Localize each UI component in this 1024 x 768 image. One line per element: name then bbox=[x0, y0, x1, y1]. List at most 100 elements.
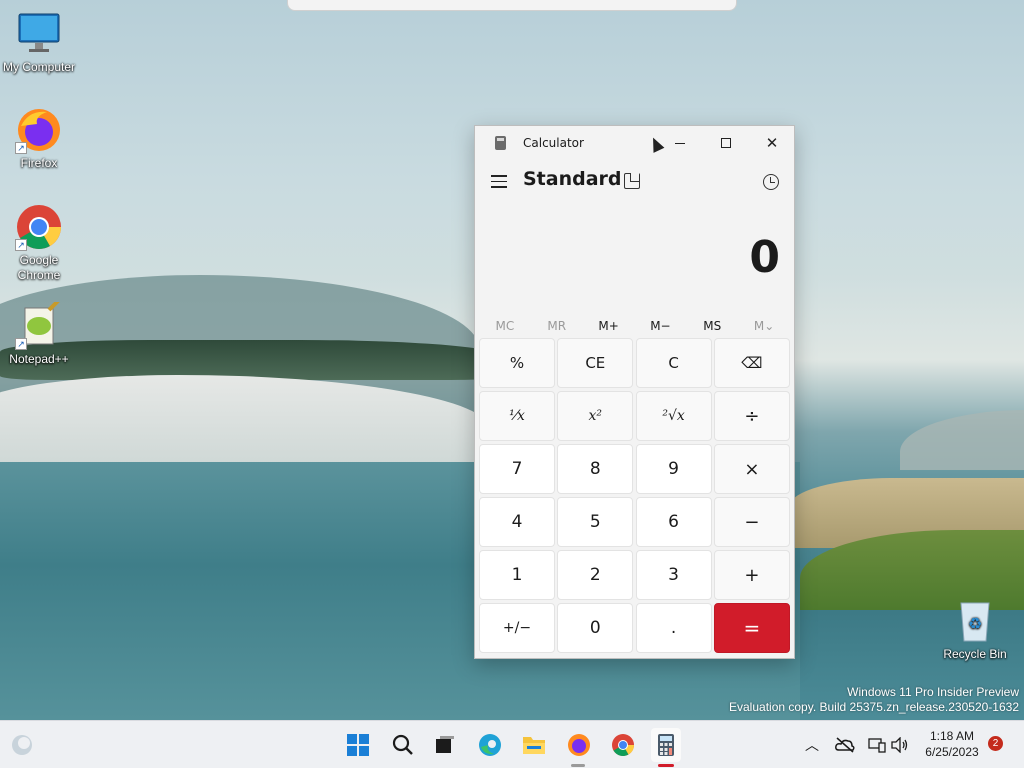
folder-icon bbox=[523, 737, 545, 754]
windows-watermark: Windows 11 Pro Insider Preview Evaluatio… bbox=[729, 685, 1019, 715]
memory-recall-button[interactable]: MR bbox=[531, 319, 583, 333]
digit-3-button[interactable]: 3 bbox=[635, 550, 712, 600]
memory-store-button[interactable]: MS bbox=[686, 319, 738, 333]
display-value: 0 bbox=[749, 232, 780, 283]
firefox-taskbar-button[interactable] bbox=[567, 733, 591, 757]
digit-1-button[interactable]: 1 bbox=[479, 550, 555, 600]
watermark-line-2: Evaluation copy. Build 25375.zn_release.… bbox=[729, 700, 1019, 714]
widgets-icon[interactable] bbox=[10, 733, 34, 757]
clear-entry-button[interactable]: CE bbox=[557, 338, 634, 388]
search-button[interactable] bbox=[391, 733, 415, 757]
clock-time[interactable]: 1:18 AM bbox=[920, 729, 984, 743]
minimize-button[interactable] bbox=[657, 126, 703, 160]
shortcut-arrow-icon: ↗ bbox=[15, 338, 27, 350]
history-icon[interactable] bbox=[763, 174, 779, 190]
recycle-bin-icon: ♻ bbox=[951, 597, 999, 645]
chrome-icon bbox=[612, 734, 634, 756]
calculator-app-icon bbox=[495, 136, 506, 150]
chrome-icon: ↗ bbox=[15, 203, 63, 251]
reciprocal-button[interactable]: ⅟x bbox=[479, 391, 555, 441]
memory-list-button[interactable]: M⌄ bbox=[738, 319, 790, 333]
digit-0-button[interactable]: 0 bbox=[557, 603, 634, 653]
digit-2-button[interactable]: 2 bbox=[557, 550, 634, 600]
clock-date[interactable]: 6/25/2023 bbox=[920, 745, 984, 759]
digit-5-button[interactable]: 5 bbox=[557, 497, 634, 547]
file-explorer-taskbar-button[interactable] bbox=[522, 733, 546, 757]
percent-button[interactable]: % bbox=[479, 338, 555, 388]
desktop-icon-firefox[interactable]: ↗ Firefox bbox=[0, 106, 78, 170]
menu-icon[interactable] bbox=[491, 175, 507, 189]
calculator-titlebar[interactable]: Calculator ✕ bbox=[475, 126, 794, 160]
task-view-icon bbox=[436, 736, 454, 753]
windows-logo-icon bbox=[347, 734, 369, 756]
subtract-button[interactable]: − bbox=[713, 497, 790, 547]
clear-button[interactable]: C bbox=[635, 338, 712, 388]
memory-subtract-button[interactable]: M− bbox=[634, 319, 686, 333]
memory-clear-button[interactable]: MC bbox=[479, 319, 531, 333]
digit-8-button[interactable]: 8 bbox=[557, 444, 634, 494]
multiply-button[interactable]: × bbox=[713, 444, 790, 494]
backspace-button[interactable]: ⌫ bbox=[713, 338, 790, 388]
calculator-taskbar-button[interactable] bbox=[651, 728, 681, 762]
mode-title: Standard bbox=[523, 168, 622, 190]
watermark-line-1: Windows 11 Pro Insider Preview bbox=[847, 685, 1019, 699]
start-button[interactable] bbox=[346, 733, 370, 757]
shortcut-arrow-icon: ↗ bbox=[15, 142, 27, 154]
chevron-up-icon: ︿ bbox=[805, 738, 819, 754]
top-window-edge bbox=[287, 0, 737, 11]
firefox-icon bbox=[568, 734, 590, 756]
square-root-button[interactable]: ²√x bbox=[635, 391, 712, 441]
desktop-icon-recycle-bin[interactable]: ♻ Recycle Bin bbox=[936, 597, 1014, 661]
svg-text:♻: ♻ bbox=[968, 614, 982, 633]
digit-9-button[interactable]: 9 bbox=[635, 444, 712, 494]
digit-6-button[interactable]: 6 bbox=[635, 497, 712, 547]
digit-7-button[interactable]: 7 bbox=[479, 444, 555, 494]
desktop-icon-label: Notepad++ bbox=[9, 352, 69, 366]
keep-on-top-icon[interactable] bbox=[624, 172, 640, 189]
search-icon bbox=[392, 734, 413, 755]
maximize-icon bbox=[721, 138, 731, 148]
memory-add-button[interactable]: M+ bbox=[583, 319, 635, 333]
onedrive-icon[interactable] bbox=[833, 733, 857, 757]
show-hidden-icons-button[interactable]: ︿ bbox=[800, 733, 824, 757]
desktop-icon-label: My Computer bbox=[2, 60, 76, 74]
equals-button[interactable]: = bbox=[713, 603, 790, 653]
shortcut-arrow-icon: ↗ bbox=[15, 239, 27, 251]
keypad: % CE C ⌫ ⅟x x² ²√x ÷ 7 8 9 × 4 5 6 − 1 2… bbox=[479, 338, 792, 653]
desktop-icon-my-computer[interactable]: My Computer bbox=[0, 10, 78, 74]
square-button[interactable]: x² bbox=[557, 391, 634, 441]
edge-icon bbox=[479, 734, 501, 756]
calculator-active-indicator bbox=[658, 764, 674, 767]
add-button[interactable]: + bbox=[713, 550, 790, 600]
desktop-icon-label: Google Chrome bbox=[17, 253, 61, 282]
taskbar: ︿ bbox=[0, 720, 1024, 768]
window-title: Calculator bbox=[523, 136, 584, 150]
maximize-button[interactable] bbox=[703, 126, 749, 160]
desktop-icon-label: Recycle Bin bbox=[943, 647, 1007, 661]
notepad-plus-plus-icon: ↗ bbox=[15, 298, 63, 350]
desktop-icon-notepad-plus-plus[interactable]: ↗ Notepad++ bbox=[0, 298, 78, 366]
close-icon: ✕ bbox=[765, 134, 779, 152]
calculator-display: 0 bbox=[475, 206, 794, 306]
task-view-button[interactable] bbox=[433, 733, 457, 757]
backspace-icon: ⌫ bbox=[741, 354, 763, 372]
volume-icon[interactable] bbox=[888, 733, 912, 757]
monitor-icon bbox=[15, 10, 63, 58]
calculator-icon bbox=[658, 734, 674, 756]
minimize-icon bbox=[675, 142, 685, 144]
divide-button[interactable]: ÷ bbox=[713, 391, 790, 441]
chrome-taskbar-button[interactable] bbox=[611, 733, 635, 757]
decimal-button[interactable]: . bbox=[635, 603, 712, 653]
desktop-icon-label: Firefox bbox=[20, 156, 58, 170]
desktop-icon-google-chrome[interactable]: ↗ Google Chrome bbox=[0, 203, 78, 283]
calculator-window[interactable]: Calculator ✕ Standard 0 MC MR M+ M− MS M… bbox=[474, 125, 795, 659]
calculator-header: Standard bbox=[475, 160, 794, 206]
close-button[interactable]: ✕ bbox=[749, 126, 795, 160]
firefox-icon: ↗ bbox=[15, 106, 63, 154]
negate-button[interactable]: +/− bbox=[479, 603, 555, 653]
edge-taskbar-button[interactable] bbox=[478, 733, 502, 757]
firefox-running-indicator bbox=[571, 764, 585, 767]
network-icon[interactable] bbox=[865, 733, 889, 757]
notification-badge[interactable]: 2 bbox=[988, 736, 1003, 751]
digit-4-button[interactable]: 4 bbox=[479, 497, 555, 547]
